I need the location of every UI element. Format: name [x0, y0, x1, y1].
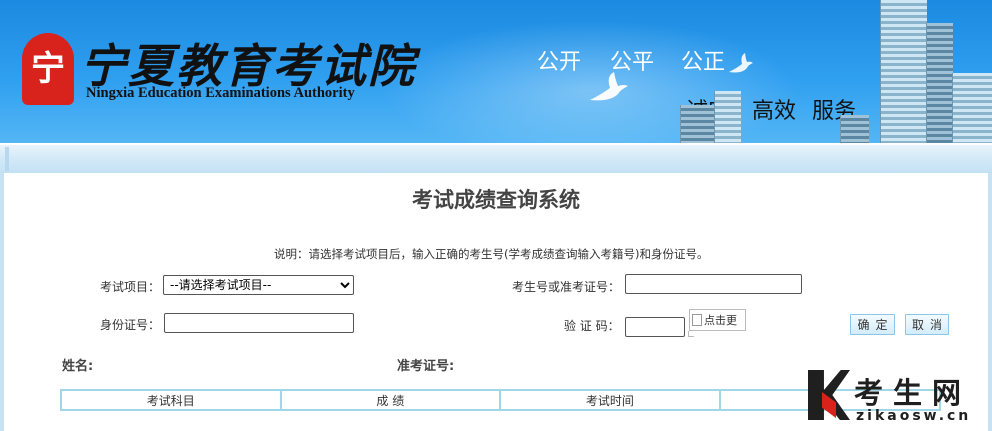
result-ticket-label: 准考证号: [397, 359, 455, 374]
building [952, 73, 992, 143]
captcha-image-edge [688, 331, 694, 337]
city-skyline [680, 0, 992, 143]
student-number-input[interactable] [625, 274, 802, 294]
page-title: 考试成绩查询系统 [412, 188, 580, 212]
id-number-input[interactable] [164, 313, 354, 333]
column-header-time: 考试时间 [499, 389, 721, 411]
result-name-label: 姓名: [62, 359, 94, 374]
nav-strip-edge [5, 147, 9, 171]
logo-glyph: 宁 [31, 49, 65, 89]
captcha-input[interactable] [625, 317, 685, 337]
logo-seal: 宁 [22, 33, 74, 105]
exam-project-select[interactable]: --请选择考试项目-- [163, 275, 354, 295]
exam-project-label: 考试项目： [100, 280, 161, 294]
watermark-url: zikaosw.cn [856, 408, 972, 424]
watermark-text: 考生网 [854, 376, 972, 410]
building [926, 23, 953, 143]
building [680, 105, 715, 143]
captcha-alt-text: 点击更 [704, 314, 737, 327]
dove-icon [590, 72, 628, 101]
broken-image-icon [692, 314, 702, 326]
slogan-open: 公开 [537, 50, 582, 75]
captcha-label: 验 证 码： [564, 319, 620, 333]
cancel-button[interactable]: 取消 [905, 314, 949, 335]
site-watermark: 考生网 zikaosw.cn [808, 370, 992, 431]
org-name-en: Ningxia Education Examinations Authority [86, 85, 355, 101]
column-header-subject: 考试科目 [60, 389, 282, 411]
building [714, 91, 741, 143]
header-banner: 宁 宁夏教育考试院 Ningxia Education Examinations… [0, 0, 992, 143]
building [880, 0, 927, 143]
confirm-button[interactable]: 确定 [850, 314, 895, 335]
column-header-score: 成 绩 [279, 389, 502, 411]
instruction-text: 说明：请选择考试项目后，输入正确的考生号(学考成绩查询输入考籍号)和身份证号。 [274, 247, 709, 261]
student-number-label: 考生号或准考证号： [512, 280, 621, 294]
captcha-image[interactable]: 点击更 [689, 309, 746, 331]
id-number-label: 身份证号： [100, 318, 161, 332]
building [840, 115, 869, 143]
nav-strip [0, 143, 992, 173]
